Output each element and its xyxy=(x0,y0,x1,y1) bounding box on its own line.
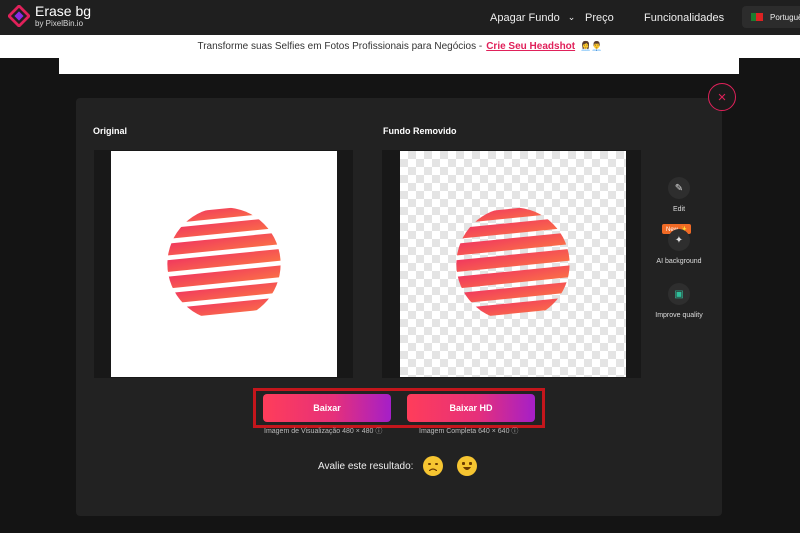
sad-face-icon[interactable] xyxy=(423,456,443,476)
edit-tool[interactable]: ✎ Edit xyxy=(650,177,708,213)
happy-face-icon[interactable] xyxy=(457,456,477,476)
full-size-note: Imagem Completa 640 × 640 ⓘ xyxy=(419,428,519,435)
chevron-down-icon: ⌄ xyxy=(567,12,576,22)
banner-underlay xyxy=(59,58,739,74)
close-icon: × xyxy=(717,88,727,106)
headshot-emoji: 👩‍💼👨‍💼 xyxy=(580,41,603,51)
logo-title: Erase bg xyxy=(35,3,92,19)
removed-background-panel xyxy=(382,150,641,378)
language-label: Português xyxy=(770,12,800,22)
download-button[interactable]: Baixar xyxy=(263,394,391,422)
pencil-icon: ✎ xyxy=(668,177,690,199)
removed-background-label: Fundo Removido xyxy=(383,126,457,136)
promo-text: Transforme suas Selfies em Fotos Profiss… xyxy=(197,41,483,52)
transparent-result-image xyxy=(400,151,626,377)
nav-funcionalidades[interactable]: Funcionalidades xyxy=(644,0,724,35)
smile-mouth xyxy=(463,467,471,470)
nav-apagar-fundo-label: Apagar Fundo xyxy=(490,11,560,24)
download-hd-button[interactable]: Baixar HD xyxy=(407,394,535,422)
close-button[interactable]: × xyxy=(708,83,736,111)
eye xyxy=(462,462,465,465)
logo-subtitle: by PixelBin.io xyxy=(35,19,84,28)
frown-mouth xyxy=(429,468,437,471)
striped-globe-image xyxy=(456,207,570,320)
improve-quality-tool[interactable]: ▣ Improve quality xyxy=(650,283,708,319)
crie-seu-headshot-link[interactable]: Crie Seu Headshot xyxy=(486,41,575,52)
brand-logo[interactable]: Erase bg by PixelBin.io xyxy=(8,4,91,28)
nav-preco[interactable]: Preço xyxy=(585,0,614,35)
original-image xyxy=(111,151,337,377)
ai-background-tool[interactable]: ✦ AI background xyxy=(650,229,708,265)
original-label: Original xyxy=(93,126,128,136)
promo-banner: Transforme suas Selfies em Fotos Profiss… xyxy=(0,35,800,58)
nav-apagar-fundo[interactable]: Apagar Fundo ⌄ xyxy=(490,0,575,35)
quality-icon: ▣ xyxy=(668,283,690,305)
ai-background-label: AI background xyxy=(656,258,702,265)
eye xyxy=(428,463,431,465)
striped-globe-image xyxy=(167,207,281,320)
magic-wand-icon: ✦ xyxy=(668,229,690,251)
erase-bg-logo-icon xyxy=(8,5,30,27)
original-image-panel xyxy=(94,150,353,378)
improve-quality-label: Improve quality xyxy=(655,312,703,319)
top-navbar: Erase bg by PixelBin.io Apagar Fundo ⌄ P… xyxy=(0,0,800,35)
eye xyxy=(469,462,472,465)
edit-label: Edit xyxy=(672,206,686,213)
rating-label: Avalie este resultado: xyxy=(318,461,414,472)
eye xyxy=(435,463,438,465)
language-selector[interactable]: Português xyxy=(742,6,800,28)
portugal-flag-icon xyxy=(751,13,763,21)
preview-size-note: Imagem de Visualização 480 × 480 ⓘ xyxy=(264,428,383,435)
